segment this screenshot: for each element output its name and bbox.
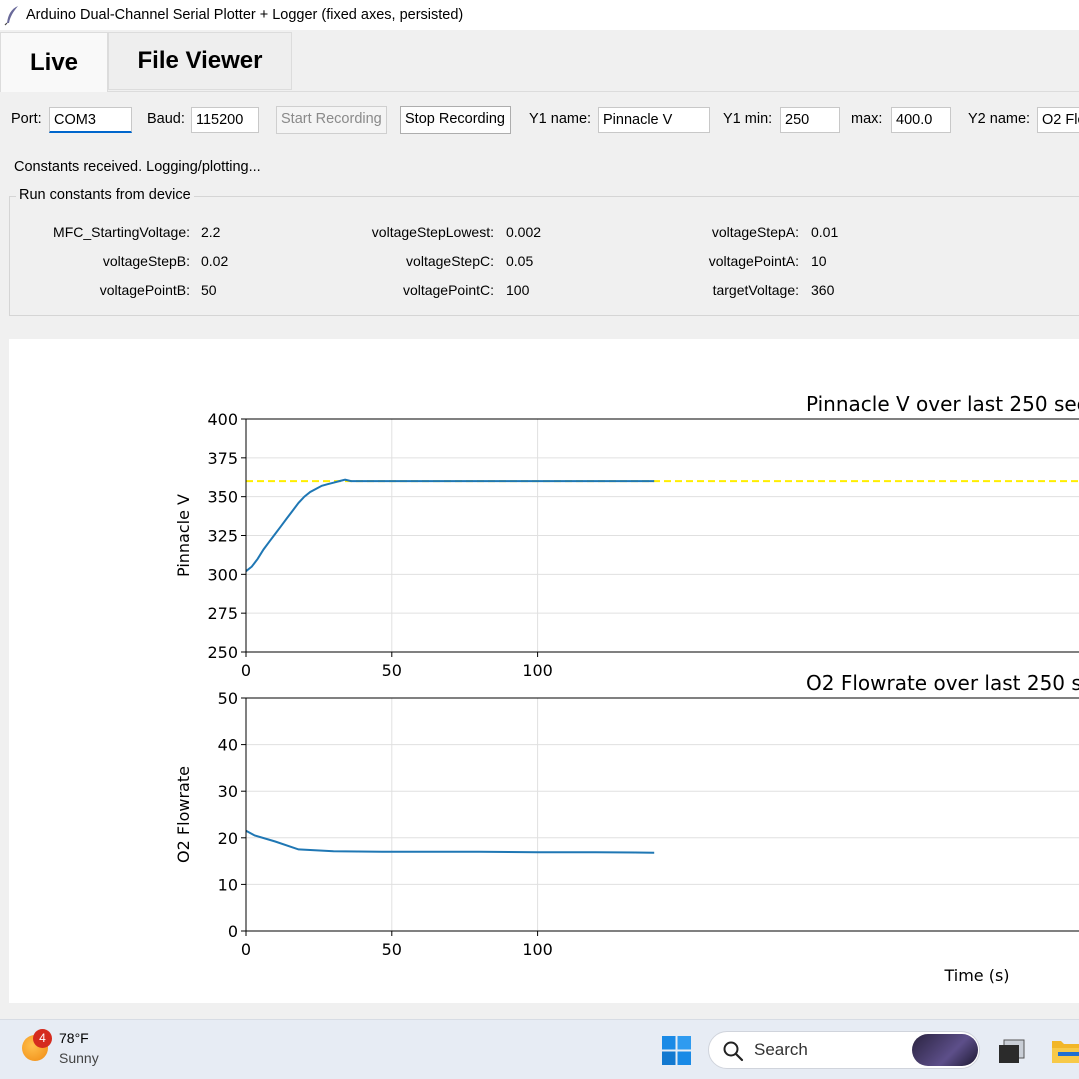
constant-key: voltageStepB: bbox=[102, 253, 190, 269]
y-tick-label: 350 bbox=[207, 488, 238, 507]
start-recording-button[interactable]: Start Recording bbox=[276, 106, 387, 134]
file-explorer-icon[interactable] bbox=[1050, 1035, 1079, 1065]
x-axis-label: Time (s) bbox=[943, 966, 1009, 985]
baud-label: Baud: bbox=[147, 111, 185, 127]
search-label: Search bbox=[754, 1040, 808, 1059]
y1-max-input[interactable]: 400.0 bbox=[891, 107, 951, 133]
controls-row: Port: COM3 Baud: 115200 Start Recording … bbox=[0, 106, 1079, 134]
chart-title: Pinnacle V over last 250 seconds bbox=[806, 392, 1079, 416]
window-title: Arduino Dual-Channel Serial Plotter + Lo… bbox=[26, 7, 464, 23]
y2-name-label: Y2 name: bbox=[968, 111, 1031, 127]
title-bar: Arduino Dual-Channel Serial Plotter + Lo… bbox=[0, 0, 1079, 30]
y-tick-label: 250 bbox=[207, 643, 238, 662]
plot-figure: 2502753003253503754000 50 100Pinnacle VPin… bbox=[174, 392, 1079, 985]
y-tick-label: 375 bbox=[207, 449, 238, 468]
constant-value: 10 bbox=[811, 253, 827, 269]
y-tick-label: 275 bbox=[207, 604, 238, 623]
y-tick-label: 10 bbox=[218, 875, 238, 894]
constant-value: 0.002 bbox=[506, 224, 542, 240]
constants-group-title: Run constants from device bbox=[16, 187, 194, 203]
constant-key: voltageStepA: bbox=[711, 224, 799, 240]
y-tick-label: 30 bbox=[218, 782, 238, 801]
constant-value: 0.02 bbox=[201, 253, 229, 269]
constant-value: 0.05 bbox=[506, 253, 534, 269]
y-tick-label: 50 bbox=[218, 689, 238, 708]
series-line bbox=[246, 829, 655, 854]
y1-name-input[interactable]: Pinnacle V bbox=[598, 107, 710, 133]
constant-key: voltageStepLowest: bbox=[371, 224, 494, 240]
x-tick-label: 100 bbox=[522, 940, 553, 959]
y-tick-label: 0 bbox=[228, 922, 238, 941]
constant-value: 2.2 bbox=[201, 224, 221, 240]
x-tick-label: 50 bbox=[382, 940, 402, 959]
y2-name-input[interactable]: O2 Flowrate bbox=[1037, 107, 1079, 133]
y-tick-label: 40 bbox=[218, 736, 238, 755]
task-view-icon[interactable] bbox=[996, 1037, 1028, 1065]
feather-icon bbox=[4, 6, 18, 26]
constant-value: 0.01 bbox=[811, 224, 839, 240]
constant-value: 50 bbox=[201, 282, 217, 298]
constant-key: targetVoltage: bbox=[712, 282, 799, 298]
y-tick-label: 400 bbox=[207, 410, 238, 429]
port-label: Port: bbox=[11, 111, 42, 127]
x-tick-label: 100 bbox=[522, 661, 553, 680]
weather-condition[interactable]: Sunny bbox=[59, 1050, 99, 1066]
constant-key: voltagePointB: bbox=[99, 282, 190, 298]
chart-title: O2 Flowrate over last 250 seconds bbox=[806, 671, 1079, 695]
constant-key: voltageStepC: bbox=[406, 253, 494, 269]
y-axis-label: O2 Flowrate bbox=[174, 766, 193, 863]
search-icon bbox=[723, 1041, 744, 1062]
tab-bar: Live File Viewer bbox=[0, 30, 1079, 92]
y1-min-input[interactable]: 250 bbox=[780, 107, 840, 133]
y-tick-label: 20 bbox=[218, 829, 238, 848]
constant-key: voltagePointC: bbox=[402, 282, 494, 298]
constant-value: 360 bbox=[811, 282, 835, 298]
tab-file-viewer[interactable]: File Viewer bbox=[108, 32, 292, 90]
chart-2: 0 10 20 30 40 50 0 50 100 O2 Flowrate O2 Flowrate … bbox=[174, 671, 1079, 985]
x-tick-label: 0 bbox=[241, 661, 251, 680]
y-axis-label: Pinnacle V bbox=[174, 494, 193, 577]
y1-max-label: max: bbox=[851, 111, 883, 127]
tab-live[interactable]: Live bbox=[0, 32, 108, 92]
series-line bbox=[246, 478, 655, 572]
constant-key: voltagePointA: bbox=[708, 253, 799, 269]
search-highlight-image bbox=[912, 1034, 978, 1066]
constant-value: 100 bbox=[506, 282, 530, 298]
tab-divider bbox=[108, 91, 1079, 92]
constant-key: MFC_StartingVoltage: bbox=[53, 224, 190, 240]
baud-input[interactable]: 115200 bbox=[191, 107, 259, 133]
x-tick-label: 0 bbox=[241, 940, 251, 959]
status-text: Constants received. Logging/plotting... bbox=[14, 159, 261, 175]
port-input[interactable]: COM3 bbox=[49, 107, 132, 133]
chart-1: 250 275 300 325 350 375 400 0 50 100 Pinnacle V Pin… bbox=[174, 392, 1079, 680]
x-tick-label: 50 bbox=[382, 661, 402, 680]
plot-canvas: 250 275 300 325 350 375 400 0 50 100 Pinnacle V Pin… bbox=[9, 339, 1079, 1003]
weather-badge: 4 bbox=[33, 1029, 52, 1048]
y-tick-label: 325 bbox=[207, 527, 238, 546]
windows-start-icon[interactable] bbox=[662, 1036, 691, 1065]
app-window: Arduino Dual-Channel Serial Plotter + Lo… bbox=[0, 0, 1079, 1079]
stop-recording-button[interactable]: Stop Recording bbox=[400, 106, 511, 134]
y1-min-label: Y1 min: bbox=[723, 111, 773, 127]
weather-temperature[interactable]: 78°F bbox=[59, 1030, 89, 1046]
y1-name-label: Y1 name: bbox=[529, 111, 592, 127]
y-tick-label: 300 bbox=[207, 565, 238, 584]
